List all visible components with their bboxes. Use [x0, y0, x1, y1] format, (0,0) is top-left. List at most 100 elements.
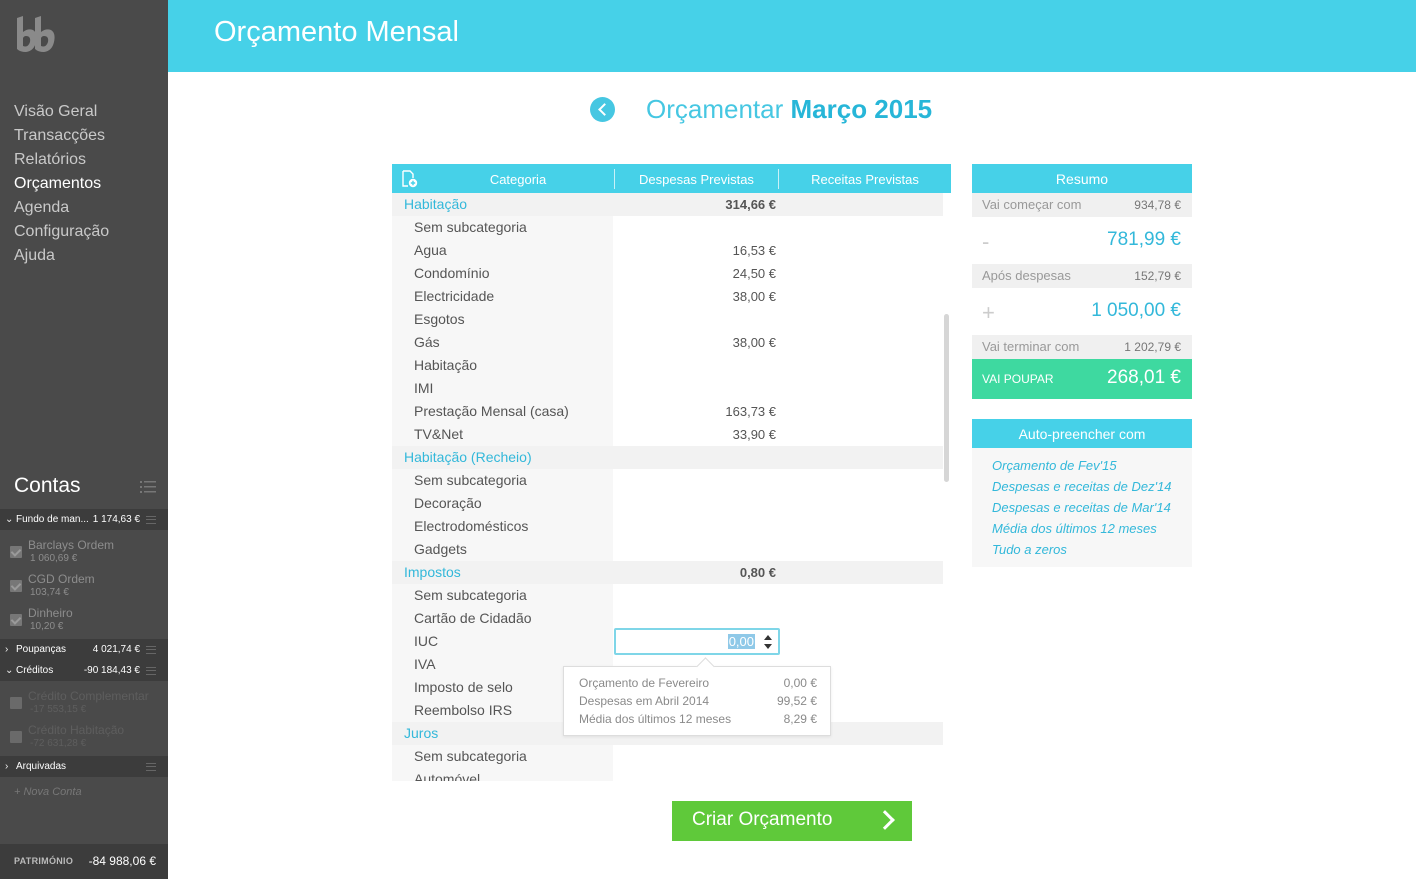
nav-agenda[interactable]: Agenda: [14, 196, 109, 220]
category-total: 0,80 €: [739, 565, 776, 580]
subcategory-row[interactable]: Automóvel: [392, 768, 943, 781]
subcategory-name: Sem subcategoria: [392, 469, 613, 492]
account-name: CGD Ordem: [28, 572, 95, 586]
tooltip-row[interactable]: Despesas em Abril 2014 99,52 €: [579, 692, 817, 710]
tooltip-row[interactable]: Orçamento de Fevereiro 0,00 €: [579, 674, 817, 692]
account-group-poupancas[interactable]: › Poupanças 4 021,74 €: [0, 639, 168, 660]
category-name[interactable]: Juros: [404, 722, 438, 745]
category-name[interactable]: Habitação (Recheio): [404, 446, 532, 469]
group-menu-icon[interactable]: [146, 667, 156, 675]
account-item[interactable]: Barclays Ordem 1 060,69 €: [0, 534, 168, 568]
category-name[interactable]: Impostos: [404, 561, 461, 584]
month-name: Março 2015: [790, 94, 933, 124]
account-name: Barclays Ordem: [28, 538, 115, 552]
subcategory-row[interactable]: Prestação Mensal (casa) 163,73 €: [392, 400, 943, 423]
group-menu-icon[interactable]: [146, 516, 156, 524]
account-group-arquivadas[interactable]: › Arquivadas: [0, 756, 168, 777]
nav-orcamentos[interactable]: Orçamentos: [14, 172, 109, 196]
month-prefix: Orçamentar: [646, 94, 784, 124]
subcategory-row[interactable]: Habitação: [392, 354, 943, 377]
category-row[interactable]: Habitação 314,66 €: [392, 193, 943, 216]
subcategory-row[interactable]: Gadgets: [392, 538, 943, 561]
expense-amount-cell[interactable]: 16,53 €: [702, 239, 776, 262]
expense-amount-cell[interactable]: 38,00 €: [702, 331, 776, 354]
nav-configuracao[interactable]: Configuração: [14, 220, 109, 244]
category-row[interactable]: Impostos 0,80 €: [392, 561, 943, 584]
subcategory-row[interactable]: Sem subcategoria: [392, 745, 943, 768]
subcategory-row[interactable]: TV&Net 33,90 €: [392, 423, 943, 446]
account-checkbox[interactable]: [10, 731, 22, 743]
subcategory-row[interactable]: Electricidade 38,00 €: [392, 285, 943, 308]
create-budget-button[interactable]: Criar Orçamento: [672, 801, 912, 841]
previous-month-button[interactable]: [590, 97, 615, 122]
account-item[interactable]: Dinheiro 10,20 €: [0, 602, 168, 636]
account-group-fundo[interactable]: ⌄ Fundo de man... 1 174,63 €: [0, 509, 168, 530]
subcategory-row[interactable]: Sem subcategoria: [392, 469, 943, 492]
subcategory-row[interactable]: Esgotos: [392, 308, 943, 331]
subcategory-name: Decoração: [392, 492, 613, 515]
table-scrollbar[interactable]: [944, 314, 949, 482]
spinner-icon[interactable]: [762, 632, 774, 652]
app: Visão Geral Transacções Relatórios Orçam…: [0, 0, 1416, 879]
nav-transaccoes[interactable]: Transacções: [14, 124, 109, 148]
account-group-creditos[interactable]: ⌄ Créditos -90 184,43 €: [0, 660, 168, 681]
summary-value: 1 050,00 €: [1091, 300, 1181, 321]
account-checkbox[interactable]: [10, 546, 22, 558]
nav-ajuda[interactable]: Ajuda: [14, 244, 109, 268]
summary-savings: VAI POUPAR 268,01 €: [972, 359, 1192, 399]
account-value: 1 060,69 €: [30, 553, 78, 564]
expense-amount-cell[interactable]: 24,50 €: [702, 262, 776, 285]
subcategory-row[interactable]: IMI: [392, 377, 943, 400]
new-account-link[interactable]: + Nova Conta: [14, 786, 82, 798]
account-item[interactable]: Crédito Habitação -72 631,28 €: [0, 719, 168, 753]
account-checkbox[interactable]: [10, 697, 22, 709]
expense-amount-cell[interactable]: 33,90 €: [702, 423, 776, 446]
subcategory-row[interactable]: Decoração: [392, 492, 943, 515]
account-item[interactable]: Crédito Complementar -17 553,15 €: [0, 685, 168, 719]
patrimonio-bar: PATRIMÓNIO -84 988,06 €: [0, 844, 168, 879]
subcategory-name: Electrodomésticos: [392, 515, 613, 538]
expense-amount-input[interactable]: 0,00: [614, 628, 780, 655]
subcategory-row[interactable]: Sem subcategoria: [392, 584, 943, 607]
autofill-link[interactable]: Despesas e receitas de Dez'14: [992, 476, 1172, 497]
account-name: Dinheiro: [28, 606, 73, 620]
input-value[interactable]: 0,00: [727, 634, 755, 649]
chevron-down-icon: ⌄: [5, 514, 14, 525]
tooltip-row[interactable]: Média dos últimos 12 meses 8,29 €: [579, 710, 817, 728]
col-header-categoria[interactable]: Categoria: [422, 164, 614, 193]
nav-visao-geral[interactable]: Visão Geral: [14, 100, 109, 124]
account-checkbox[interactable]: [10, 614, 22, 626]
chevron-down-icon: ⌄: [5, 665, 14, 676]
tooltip-label: Despesas em Abril 2014: [579, 694, 710, 708]
autofill-link[interactable]: Orçamento de Fev'15: [992, 455, 1172, 476]
subcategory-row[interactable]: Sem subcategoria: [392, 216, 943, 239]
expense-amount-cell[interactable]: 38,00 €: [702, 285, 776, 308]
summary-label: Após despesas: [982, 268, 1071, 283]
group-menu-icon[interactable]: [146, 763, 156, 771]
summary-value: 781,99 €: [1107, 229, 1181, 250]
subcategory-row[interactable]: Agua 16,53 €: [392, 239, 943, 262]
subcategory-row[interactable]: Condomínio 24,50 €: [392, 262, 943, 285]
suggestion-tooltip: Orçamento de Fevereiro 0,00 € Despesas e…: [563, 666, 831, 736]
nav-relatorios[interactable]: Relatórios: [14, 148, 109, 172]
app-logo-icon[interactable]: [14, 14, 58, 58]
list-menu-icon[interactable]: [140, 480, 156, 494]
summary-panel: Resumo Vai começar com 934,78 € - 781,99…: [972, 164, 1192, 399]
category-row[interactable]: Habitação (Recheio): [392, 446, 943, 469]
col-header-receitas[interactable]: Receitas Previstas: [779, 164, 951, 193]
col-header-despesas[interactable]: Despesas Previstas: [615, 164, 778, 193]
account-checkbox[interactable]: [10, 580, 22, 592]
autofill-link[interactable]: Média dos últimos 12 meses: [992, 518, 1172, 539]
subcategory-row[interactable]: Gás 38,00 €: [392, 331, 943, 354]
expense-amount-cell[interactable]: 163,73 €: [702, 400, 776, 423]
account-item[interactable]: CGD Ordem 103,74 €: [0, 568, 168, 602]
add-category-icon[interactable]: [400, 170, 418, 188]
group-menu-icon[interactable]: [146, 646, 156, 654]
subcategory-row[interactable]: Cartão de Cidadão: [392, 607, 943, 630]
autofill-link[interactable]: Tudo a zeros: [992, 539, 1172, 560]
tooltip-label: Média dos últimos 12 meses: [579, 712, 732, 726]
category-name[interactable]: Habitação: [404, 193, 467, 216]
summary-label: Vai começar com: [982, 197, 1082, 212]
autofill-link[interactable]: Despesas e receitas de Mar'14: [992, 497, 1172, 518]
subcategory-row[interactable]: Electrodomésticos: [392, 515, 943, 538]
